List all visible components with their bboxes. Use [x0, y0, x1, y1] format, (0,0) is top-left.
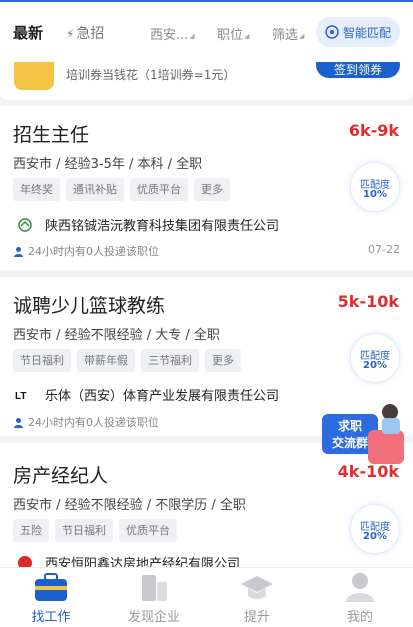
building-icon: [142, 575, 167, 601]
badge-illustration: 求职 交流群: [322, 404, 404, 464]
top-bar: 最新 ⚡ 急招 西安...◢ 职位◢ 筛选◢ 智能匹配: [0, 0, 413, 62]
apply-hint: 24小时内有0人投递该职位: [13, 243, 159, 259]
match-badge: 匹配度 20%: [350, 333, 400, 383]
job-tag: 节日福利: [13, 349, 71, 372]
match-percent: 10%: [363, 189, 387, 200]
sparkle-icon: [325, 25, 339, 39]
job-tag: 带薪年假: [77, 349, 135, 372]
apply-hint-text: 24小时内有0人投递该职位: [28, 416, 159, 429]
smart-match-label: 智能匹配: [342, 25, 391, 40]
signin-button[interactable]: 签到领券: [316, 62, 400, 78]
banner-text: 培训券当钱花（1培训券=1元）: [66, 68, 236, 82]
nav-discover-company[interactable]: 发现企业: [114, 568, 194, 627]
bolt-icon: ⚡: [66, 27, 75, 41]
screen-filter-label: 筛选: [272, 28, 299, 43]
apply-hint: 24小时内有0人投递该职位: [13, 414, 159, 430]
nav-label: 找工作: [31, 610, 71, 625]
coin-icon: [14, 62, 54, 90]
job-card[interactable]: 招生主任 6k-9k 西安市 / 经验3-5年 / 本科 / 全职 年终奖 通讯…: [0, 106, 413, 270]
company-name: 陕西铭铖浩沅教育科技集团有限责任公司: [45, 219, 280, 234]
badge-line1: 求职: [338, 418, 362, 433]
job-tag: 优质平台: [119, 519, 177, 542]
screen-filter[interactable]: 筛选◢: [272, 24, 304, 43]
nav-label: 提升: [243, 610, 270, 625]
nav-improve[interactable]: 提升: [217, 568, 297, 627]
job-meta: 西安市 / 经验不限经验 / 不限学历 / 全职: [13, 498, 246, 513]
job-tag: 节日福利: [55, 519, 113, 542]
city-filter[interactable]: 西安...◢: [150, 24, 195, 43]
nav-mine[interactable]: 我的: [320, 568, 400, 627]
job-meta: 西安市 / 经验不限经验 / 大专 / 全职: [13, 328, 220, 343]
job-meta: 西安市 / 经验3-5年 / 本科 / 全职: [13, 157, 203, 172]
job-salary: 6k-9k: [348, 121, 399, 140]
job-salary: 5k-10k: [337, 292, 399, 311]
match-percent: 20%: [363, 360, 387, 371]
apply-hint-text: 24小时内有0人投递该职位: [28, 245, 159, 258]
job-tag: 三节福利: [141, 349, 199, 372]
job-tag: 年终奖: [13, 178, 60, 201]
match-percent: 20%: [363, 531, 387, 542]
dropdown-icon: ◢: [244, 31, 250, 40]
job-title: 房产经纪人: [13, 465, 109, 487]
company-row: LT 乐体（西安）体育产业发展有限责任公司: [15, 385, 279, 404]
smart-match-button[interactable]: 智能匹配: [316, 17, 400, 47]
voucher-banner: 培训券当钱花（1培训券=1元） 签到领券: [0, 62, 413, 100]
dropdown-icon: ◢: [189, 31, 195, 40]
job-group-badge[interactable]: 求职 交流群: [320, 400, 408, 466]
tab-latest[interactable]: 最新: [13, 22, 43, 43]
job-tags: 节日福利 带薪年假 三节福利 更多: [13, 349, 241, 372]
job-tag: 更多: [194, 178, 230, 201]
tab-urgent-label: 急招: [76, 26, 105, 42]
company-row: 陕西铭铖浩沅教育科技集团有限责任公司: [15, 215, 279, 234]
person-icon: [14, 246, 23, 257]
bottom-nav: 找工作 发现企业 提升 我的: [0, 567, 413, 627]
match-badge: 匹配度 20%: [350, 504, 400, 554]
person-icon: [14, 417, 23, 428]
dropdown-icon: ◢: [299, 31, 305, 40]
job-tag: 通讯补贴: [66, 178, 124, 201]
city-filter-label: 西安...: [150, 28, 189, 43]
badge-line2: 交流群: [332, 435, 368, 450]
nav-find-job[interactable]: 找工作: [11, 568, 91, 627]
job-tag: 更多: [205, 349, 241, 372]
job-title: 招生主任: [13, 124, 90, 146]
position-filter[interactable]: 职位◢: [217, 24, 249, 43]
position-filter-label: 职位: [217, 28, 244, 43]
user-icon: [346, 573, 374, 602]
svg-text:LT: LT: [15, 391, 26, 402]
graduation-cap-icon: [241, 576, 273, 599]
company-logo: [18, 217, 32, 232]
match-badge: 匹配度 10%: [350, 162, 400, 212]
job-tag: 优质平台: [130, 178, 188, 201]
company-logo: LT: [15, 391, 26, 402]
job-tags: 五险 节日福利 优质平台: [13, 519, 177, 542]
nav-label: 发现企业: [127, 610, 180, 625]
job-title: 诚聘少儿篮球教练: [13, 295, 166, 317]
company-name: 乐体（西安）体育产业发展有限责任公司: [45, 389, 280, 404]
job-tag: 五险: [13, 519, 49, 542]
tab-urgent[interactable]: ⚡ 急招: [66, 23, 104, 43]
briefcase-icon: [35, 573, 67, 601]
post-date: 07-22: [368, 243, 400, 256]
nav-label: 我的: [346, 610, 373, 625]
job-tags: 年终奖 通讯补贴 优质平台 更多: [13, 178, 230, 201]
